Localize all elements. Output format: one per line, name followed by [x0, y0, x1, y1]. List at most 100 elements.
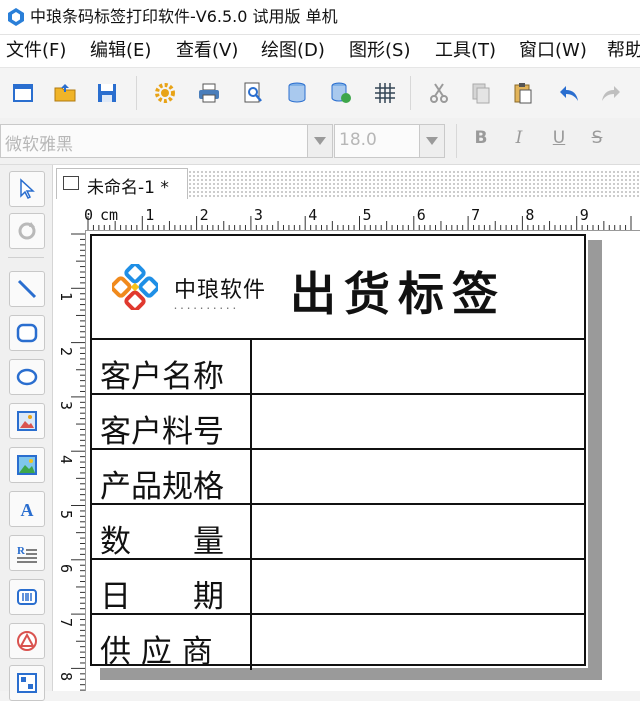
- rounded-rectangle-tool-icon[interactable]: [9, 315, 45, 351]
- font-name-select[interactable]: 微软雅黑: [0, 124, 308, 158]
- row-label-customer-part-no[interactable]: 客户料号: [100, 406, 224, 451]
- ruler-unit-label: cm: [100, 206, 119, 224]
- row-label-customer-name[interactable]: 客户名称: [100, 351, 224, 396]
- ruler-tick-label: 6: [416, 206, 426, 224]
- font-name-dropdown-icon[interactable]: [307, 124, 333, 158]
- cut-icon[interactable]: [424, 78, 454, 108]
- table-row[interactable]: 客户名称: [92, 340, 584, 395]
- barcode-tool-icon[interactable]: [9, 579, 45, 615]
- italic-button[interactable]: I: [508, 128, 530, 148]
- ruler-tick-label: 1: [145, 206, 155, 224]
- ruler-tick-label: 2: [57, 346, 75, 356]
- table-row[interactable]: 日 期: [92, 560, 584, 615]
- grid-icon[interactable]: [370, 78, 400, 108]
- tool-separator: [8, 257, 44, 258]
- row-label-product-spec[interactable]: 产品规格: [100, 461, 224, 506]
- company-name: 中琅软件: [174, 278, 267, 303]
- menu-file[interactable]: 文件(F): [6, 40, 66, 62]
- company-logo-icon: [112, 264, 158, 310]
- rich-text-tool-icon[interactable]: R: [9, 535, 45, 571]
- font-toolbar: 微软雅黑 18.0 B I U S: [0, 118, 640, 165]
- column-divider: [250, 340, 252, 393]
- horizontal-ruler[interactable]: 0 cm 1 2 3 4 5 6 7 8 9: [70, 200, 640, 231]
- column-divider: [250, 450, 252, 503]
- save-icon[interactable]: [92, 78, 122, 108]
- label-header: 中琅软件 • • • • • • • • • • 出货标签: [92, 236, 584, 340]
- column-divider: [250, 560, 252, 613]
- qrcode-tool-icon[interactable]: [9, 665, 45, 701]
- menu-shape[interactable]: 图形(S): [349, 40, 410, 62]
- row-label-quantity[interactable]: 数 量: [100, 516, 224, 561]
- database-settings-icon[interactable]: [326, 78, 356, 108]
- menu-draw[interactable]: 绘图(D): [261, 40, 325, 62]
- ruler-tick-label: 3: [57, 400, 75, 410]
- font-size-select[interactable]: 18.0: [334, 124, 420, 158]
- vertical-ruler[interactable]: 1 2 3 4 5 6 7 8: [57, 230, 86, 691]
- ruler-tick-label: 5: [362, 206, 372, 224]
- table-row[interactable]: 客户料号: [92, 395, 584, 450]
- menu-tools[interactable]: 工具(T): [435, 40, 496, 62]
- label-shadow: [588, 240, 602, 680]
- company-tagline: • • • • • • • • • •: [174, 306, 237, 312]
- underline-button[interactable]: U: [548, 128, 570, 148]
- table-row[interactable]: 数 量: [92, 505, 584, 560]
- ruler-tick-label: 2: [199, 206, 209, 224]
- table-row[interactable]: 产品规格: [92, 450, 584, 505]
- redo-icon[interactable]: [596, 78, 626, 108]
- ruler-tick-label: 6: [57, 563, 75, 573]
- table-row[interactable]: 供 应 商: [92, 615, 584, 670]
- ellipse-tool-icon[interactable]: [9, 359, 45, 395]
- toolbar-separator: [456, 124, 457, 158]
- ruler-tick-label: 7: [57, 618, 75, 628]
- select-pointer-icon[interactable]: [9, 171, 45, 207]
- menu-view[interactable]: 查看(V): [176, 40, 238, 62]
- ruler-tick-label: 8: [525, 206, 535, 224]
- strikethrough-button[interactable]: S: [586, 128, 608, 148]
- open-icon[interactable]: [50, 78, 80, 108]
- menu-help[interactable]: 帮助: [607, 40, 640, 62]
- print-preview-icon[interactable]: [238, 78, 268, 108]
- menu-window[interactable]: 窗口(W): [519, 40, 587, 62]
- ruler-tick-label: 4: [308, 206, 318, 224]
- tab-strip: [188, 170, 640, 198]
- document-tab-label: 未命名-1 *: [87, 178, 169, 198]
- image-frame-tool-icon[interactable]: [9, 403, 45, 439]
- ruler-tick-label: 3: [253, 206, 263, 224]
- toolbar-separator: [410, 76, 411, 110]
- text-tool-icon[interactable]: A: [9, 491, 45, 527]
- document-tab[interactable]: 未命名-1 *: [56, 168, 188, 199]
- rotate-icon[interactable]: [9, 213, 45, 249]
- menu-edit[interactable]: 编辑(E): [90, 40, 151, 62]
- ruler-tick-label: 7: [471, 206, 481, 224]
- column-divider: [250, 505, 252, 558]
- bold-button[interactable]: B: [470, 128, 492, 148]
- title-bar: 中琅条码标签打印软件-V6.5.0 试用版 单机: [0, 0, 640, 35]
- row-label-supplier[interactable]: 供 应 商: [100, 626, 213, 671]
- shape-tool-icon[interactable]: [9, 623, 45, 659]
- row-label-date[interactable]: 日 期: [100, 571, 224, 616]
- paste-icon[interactable]: [508, 78, 538, 108]
- picture-tool-icon[interactable]: [9, 447, 45, 483]
- copy-icon[interactable]: [466, 78, 496, 108]
- main-toolbar: [0, 67, 640, 119]
- window-title: 中琅条码标签打印软件-V6.5.0 试用版 单机: [30, 7, 338, 26]
- label-title[interactable]: 出货标签: [290, 258, 506, 324]
- shipping-label[interactable]: 中琅软件 • • • • • • • • • • 出货标签 客户名称 客户料号 …: [90, 234, 586, 670]
- database-icon[interactable]: [282, 78, 312, 108]
- document-icon: [63, 176, 79, 190]
- ruler-tick-label: 4: [57, 455, 75, 465]
- new-icon[interactable]: [8, 78, 38, 108]
- print-icon[interactable]: [194, 78, 224, 108]
- undo-icon[interactable]: [554, 78, 584, 108]
- left-tool-panel: A R: [0, 165, 53, 701]
- font-size-value: 18.0: [339, 130, 377, 150]
- column-divider: [250, 395, 252, 448]
- settings-gear-icon[interactable]: [150, 78, 180, 108]
- svg-text:A: A: [21, 500, 34, 520]
- ruler-tick-label: 9: [579, 206, 589, 224]
- line-tool-icon[interactable]: [9, 271, 45, 307]
- ruler-zero-label: 0: [84, 206, 94, 224]
- font-size-dropdown-icon[interactable]: [419, 124, 445, 158]
- font-name-value: 微软雅黑: [5, 135, 73, 155]
- menu-bar: 文件(F) 编辑(E) 查看(V) 绘图(D) 图形(S) 工具(T) 窗口(W…: [0, 35, 640, 67]
